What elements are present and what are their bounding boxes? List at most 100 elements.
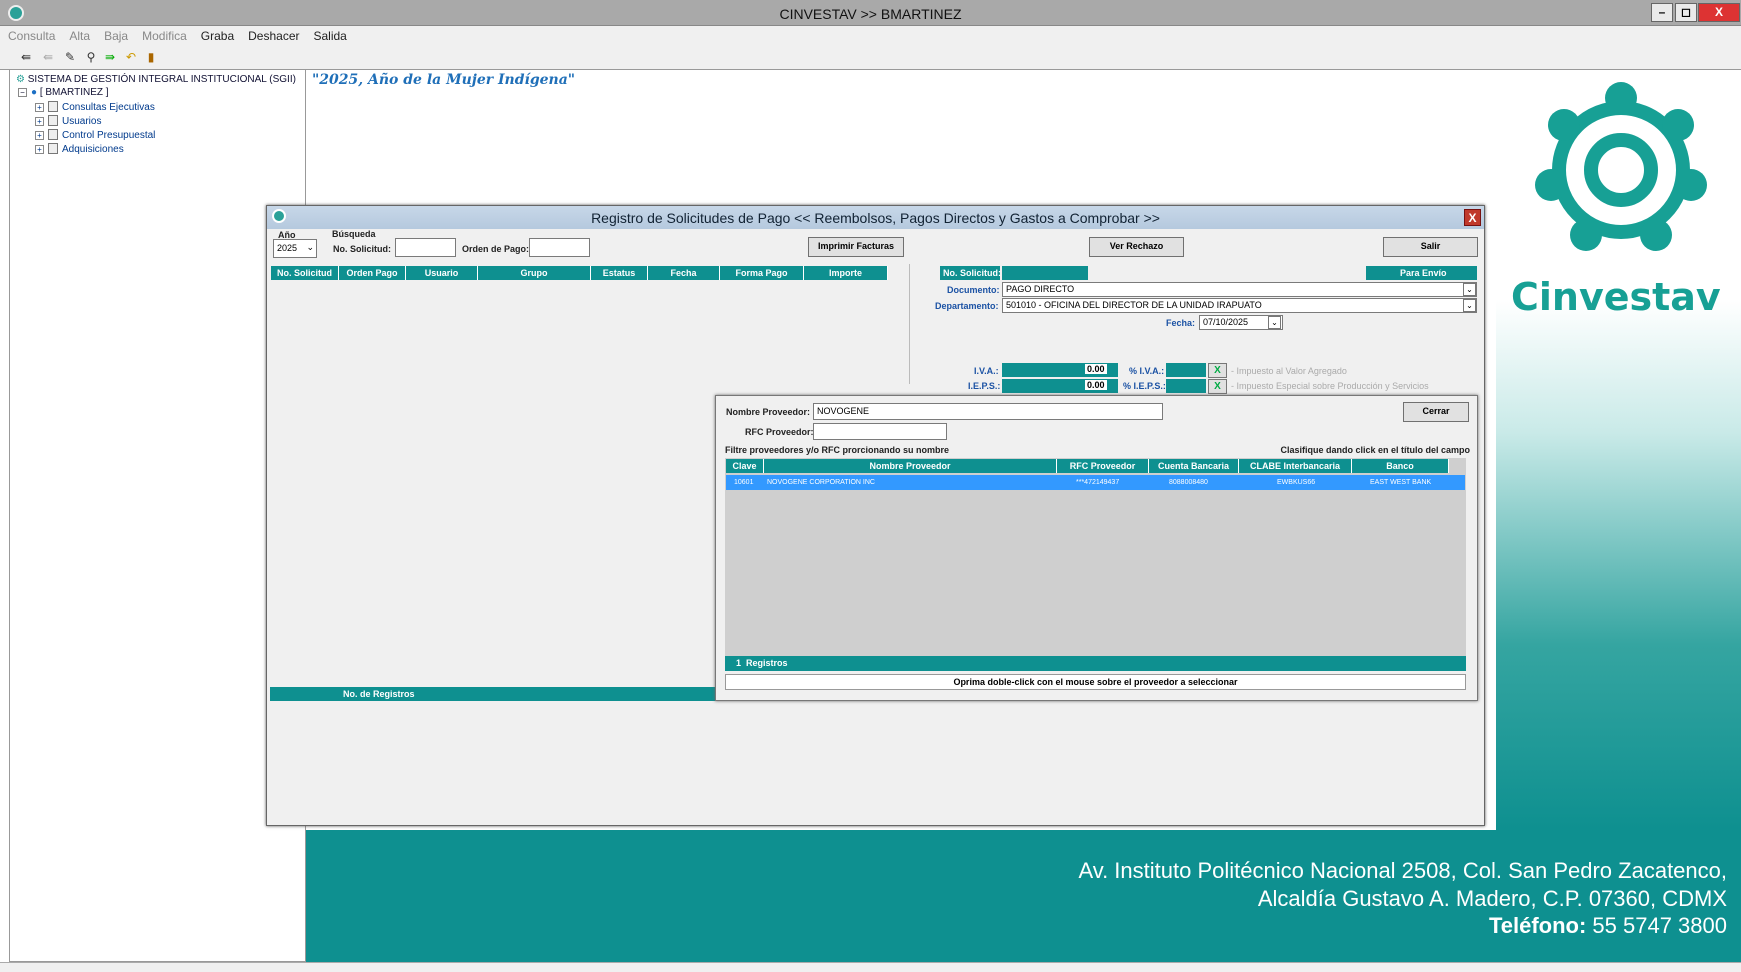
save-icon[interactable]: ⇛ xyxy=(102,50,118,64)
pct-iva-field[interactable] xyxy=(1166,363,1206,377)
fecha-value: 07/10/2025 xyxy=(1203,317,1249,327)
chevron-down-icon: ⌄ xyxy=(306,242,314,252)
no-solicitud-label: No. Solicitud: xyxy=(333,244,391,254)
imprimir-facturas-button[interactable]: Imprimir Facturas xyxy=(808,237,904,257)
address-line-2: Alcaldía Gustavo A. Madero, C.P. 07360, … xyxy=(1257,886,1727,911)
para-envio-label: Para Envío xyxy=(1400,268,1447,278)
nombre-proveedor-input[interactable]: NOVOGENE xyxy=(813,403,1163,420)
col-cuenta-bancaria[interactable]: Cuenta Bancaria xyxy=(1149,459,1239,473)
col-forma-pago[interactable]: Forma Pago xyxy=(720,266,804,280)
expand-icon[interactable]: + xyxy=(35,117,44,126)
col-importe[interactable]: Importe xyxy=(804,266,888,280)
sort-hint: Clasifique dando click en el título del … xyxy=(1280,445,1470,455)
anio-select[interactable]: 2025 ⌄ xyxy=(273,239,317,258)
cell-cuenta: 8088008480 xyxy=(1169,479,1208,486)
pct-ieps-field[interactable] xyxy=(1166,379,1206,393)
departamento-select[interactable]: 501010 - OFICINA DEL DIRECTOR DE LA UNID… xyxy=(1002,298,1477,313)
col-usuario[interactable]: Usuario xyxy=(406,266,478,280)
double-click-hint: Oprima doble-click con el mouse sobre el… xyxy=(725,674,1466,690)
window-title: CINVESTAV >> BMARTINEZ xyxy=(779,6,962,22)
salir-button[interactable]: Salir xyxy=(1383,237,1478,257)
clear-iva-button[interactable]: X xyxy=(1208,363,1227,378)
orden-pago-input[interactable] xyxy=(529,238,590,257)
dialog-title: Registro de Solicitudes de Pago << Reemb… xyxy=(591,210,1160,226)
cerrar-button[interactable]: Cerrar xyxy=(1403,402,1469,422)
edit-icon[interactable]: ✎ xyxy=(62,50,78,64)
user-icon: ● xyxy=(31,87,38,98)
menu-graba[interactable]: Graba xyxy=(193,26,240,43)
menu-alta[interactable]: Alta xyxy=(61,26,96,43)
menu-bar: Consulta Alta Baja Modifica Graba Deshacer Sal… xyxy=(0,26,1741,46)
col-clave[interactable]: Clave xyxy=(726,459,764,473)
folder-icon xyxy=(48,143,58,154)
tree-root[interactable]: ⚙ SISTEMA DE GESTIÓN INTEGRAL INSTITUCIO… xyxy=(16,74,296,85)
cell-nombre: NOVOGENE CORPORATION INC xyxy=(767,479,875,486)
chevron-down-icon[interactable]: ⌄ xyxy=(1463,283,1476,296)
tree-item-adquisiciones[interactable]: + Adquisiciones xyxy=(35,143,124,155)
col-estatus[interactable]: Estatus xyxy=(591,266,648,280)
tree-item-label: Consultas Ejecutivas xyxy=(62,102,155,113)
remove-record-icon[interactable]: ⇚ xyxy=(40,50,56,64)
window-titlebar: CINVESTAV >> BMARTINEZ – ◻ X xyxy=(0,0,1741,26)
minimize-button[interactable]: – xyxy=(1651,3,1673,22)
iva-label: I.V.A.: xyxy=(974,366,999,376)
menu-salida[interactable]: Salida xyxy=(306,26,353,43)
col-clabe-interbancaria[interactable]: CLABE Interbancaria xyxy=(1239,459,1352,473)
background-gradient xyxy=(1496,300,1741,830)
tree-user[interactable]: − ● [ BMARTINEZ ] xyxy=(18,87,109,98)
rfc-proveedor-input[interactable] xyxy=(813,423,947,440)
ieps-description: - Impuesto Especial sobre Producción y S… xyxy=(1231,381,1429,391)
folder-icon xyxy=(48,115,58,126)
col-fecha[interactable]: Fecha xyxy=(648,266,720,280)
cell-rfc: ***472149437 xyxy=(1076,479,1120,486)
col-rfc-proveedor[interactable]: RFC Proveedor xyxy=(1057,459,1149,473)
restore-button[interactable]: ◻ xyxy=(1675,3,1697,22)
ver-rechazo-button[interactable]: Ver Rechazo xyxy=(1089,237,1184,257)
table-row[interactable]: 10601 NOVOGENE CORPORATION INC ***472149… xyxy=(726,475,1465,490)
registros-count-label: Registros xyxy=(746,658,788,668)
tree-root-label: SISTEMA DE GESTIÓN INTEGRAL INSTITUCIONA… xyxy=(27,74,296,85)
registros-count: 1 Registros xyxy=(736,658,788,668)
registros-count-bar xyxy=(725,656,1466,671)
tree-item-control-presupuestal[interactable]: + Control Presupuestal xyxy=(35,129,155,141)
dialog-close-button[interactable]: X xyxy=(1464,209,1481,226)
tree-item-consultas[interactable]: + Consultas Ejecutivas xyxy=(35,101,155,113)
clear-ieps-button[interactable]: X xyxy=(1208,379,1227,394)
phone-label: Teléfono: xyxy=(1488,913,1587,938)
menu-consulta[interactable]: Consulta xyxy=(0,26,61,43)
documento-select[interactable]: PAGO DIRECTO xyxy=(1002,282,1477,297)
expand-icon[interactable]: + xyxy=(35,103,44,112)
col-nombre-proveedor[interactable]: Nombre Proveedor xyxy=(764,459,1057,473)
cell-banco: EAST WEST BANK xyxy=(1370,479,1432,486)
col-grupo[interactable]: Grupo xyxy=(478,266,591,280)
col-no-solicitud[interactable]: No. Solicitud xyxy=(271,266,339,280)
calendar-dropdown-icon[interactable]: ⌄ xyxy=(1268,316,1281,329)
expand-icon[interactable]: + xyxy=(35,145,44,154)
undo-icon[interactable]: ↶ xyxy=(123,50,139,64)
tree-item-label: Control Presupuestal xyxy=(62,130,156,141)
col-banco[interactable]: Banco xyxy=(1352,459,1449,473)
search-icon[interactable]: ⚲ xyxy=(83,50,99,64)
add-record-icon[interactable]: ⇚ xyxy=(18,50,34,64)
cell-clabe: EWBKUS66 xyxy=(1277,479,1316,486)
tree-item-usuarios[interactable]: + Usuarios xyxy=(35,115,101,127)
busqueda-label: Búsqueda xyxy=(332,229,376,239)
no-solicitud-input[interactable] xyxy=(395,238,456,257)
ieps-label: I.E.P.S.: xyxy=(968,381,1001,391)
menu-modifica[interactable]: Modifica xyxy=(134,26,193,43)
expand-icon[interactable]: + xyxy=(35,131,44,140)
collapse-icon[interactable]: − xyxy=(18,88,27,97)
detail-no-solicitud-label: No. Solicitud: xyxy=(943,268,1001,278)
departamento-value: 501010 - OFICINA DEL DIRECTOR DE LA UNID… xyxy=(1006,300,1262,310)
no-registros-bar xyxy=(270,687,715,701)
folder-icon xyxy=(48,129,58,140)
chevron-down-icon[interactable]: ⌄ xyxy=(1463,299,1476,312)
exit-icon[interactable]: ▮ xyxy=(143,50,159,64)
col-orden-pago[interactable]: Orden Pago xyxy=(339,266,406,280)
iva-value: 0.00 xyxy=(1085,364,1107,374)
tree-user-label: [ BMARTINEZ ] xyxy=(39,87,109,98)
close-window-button[interactable]: X xyxy=(1698,3,1740,22)
menu-baja[interactable]: Baja xyxy=(96,26,134,43)
menu-deshacer[interactable]: Deshacer xyxy=(240,26,305,43)
pct-iva-label: % I.V.A.: xyxy=(1129,366,1165,376)
